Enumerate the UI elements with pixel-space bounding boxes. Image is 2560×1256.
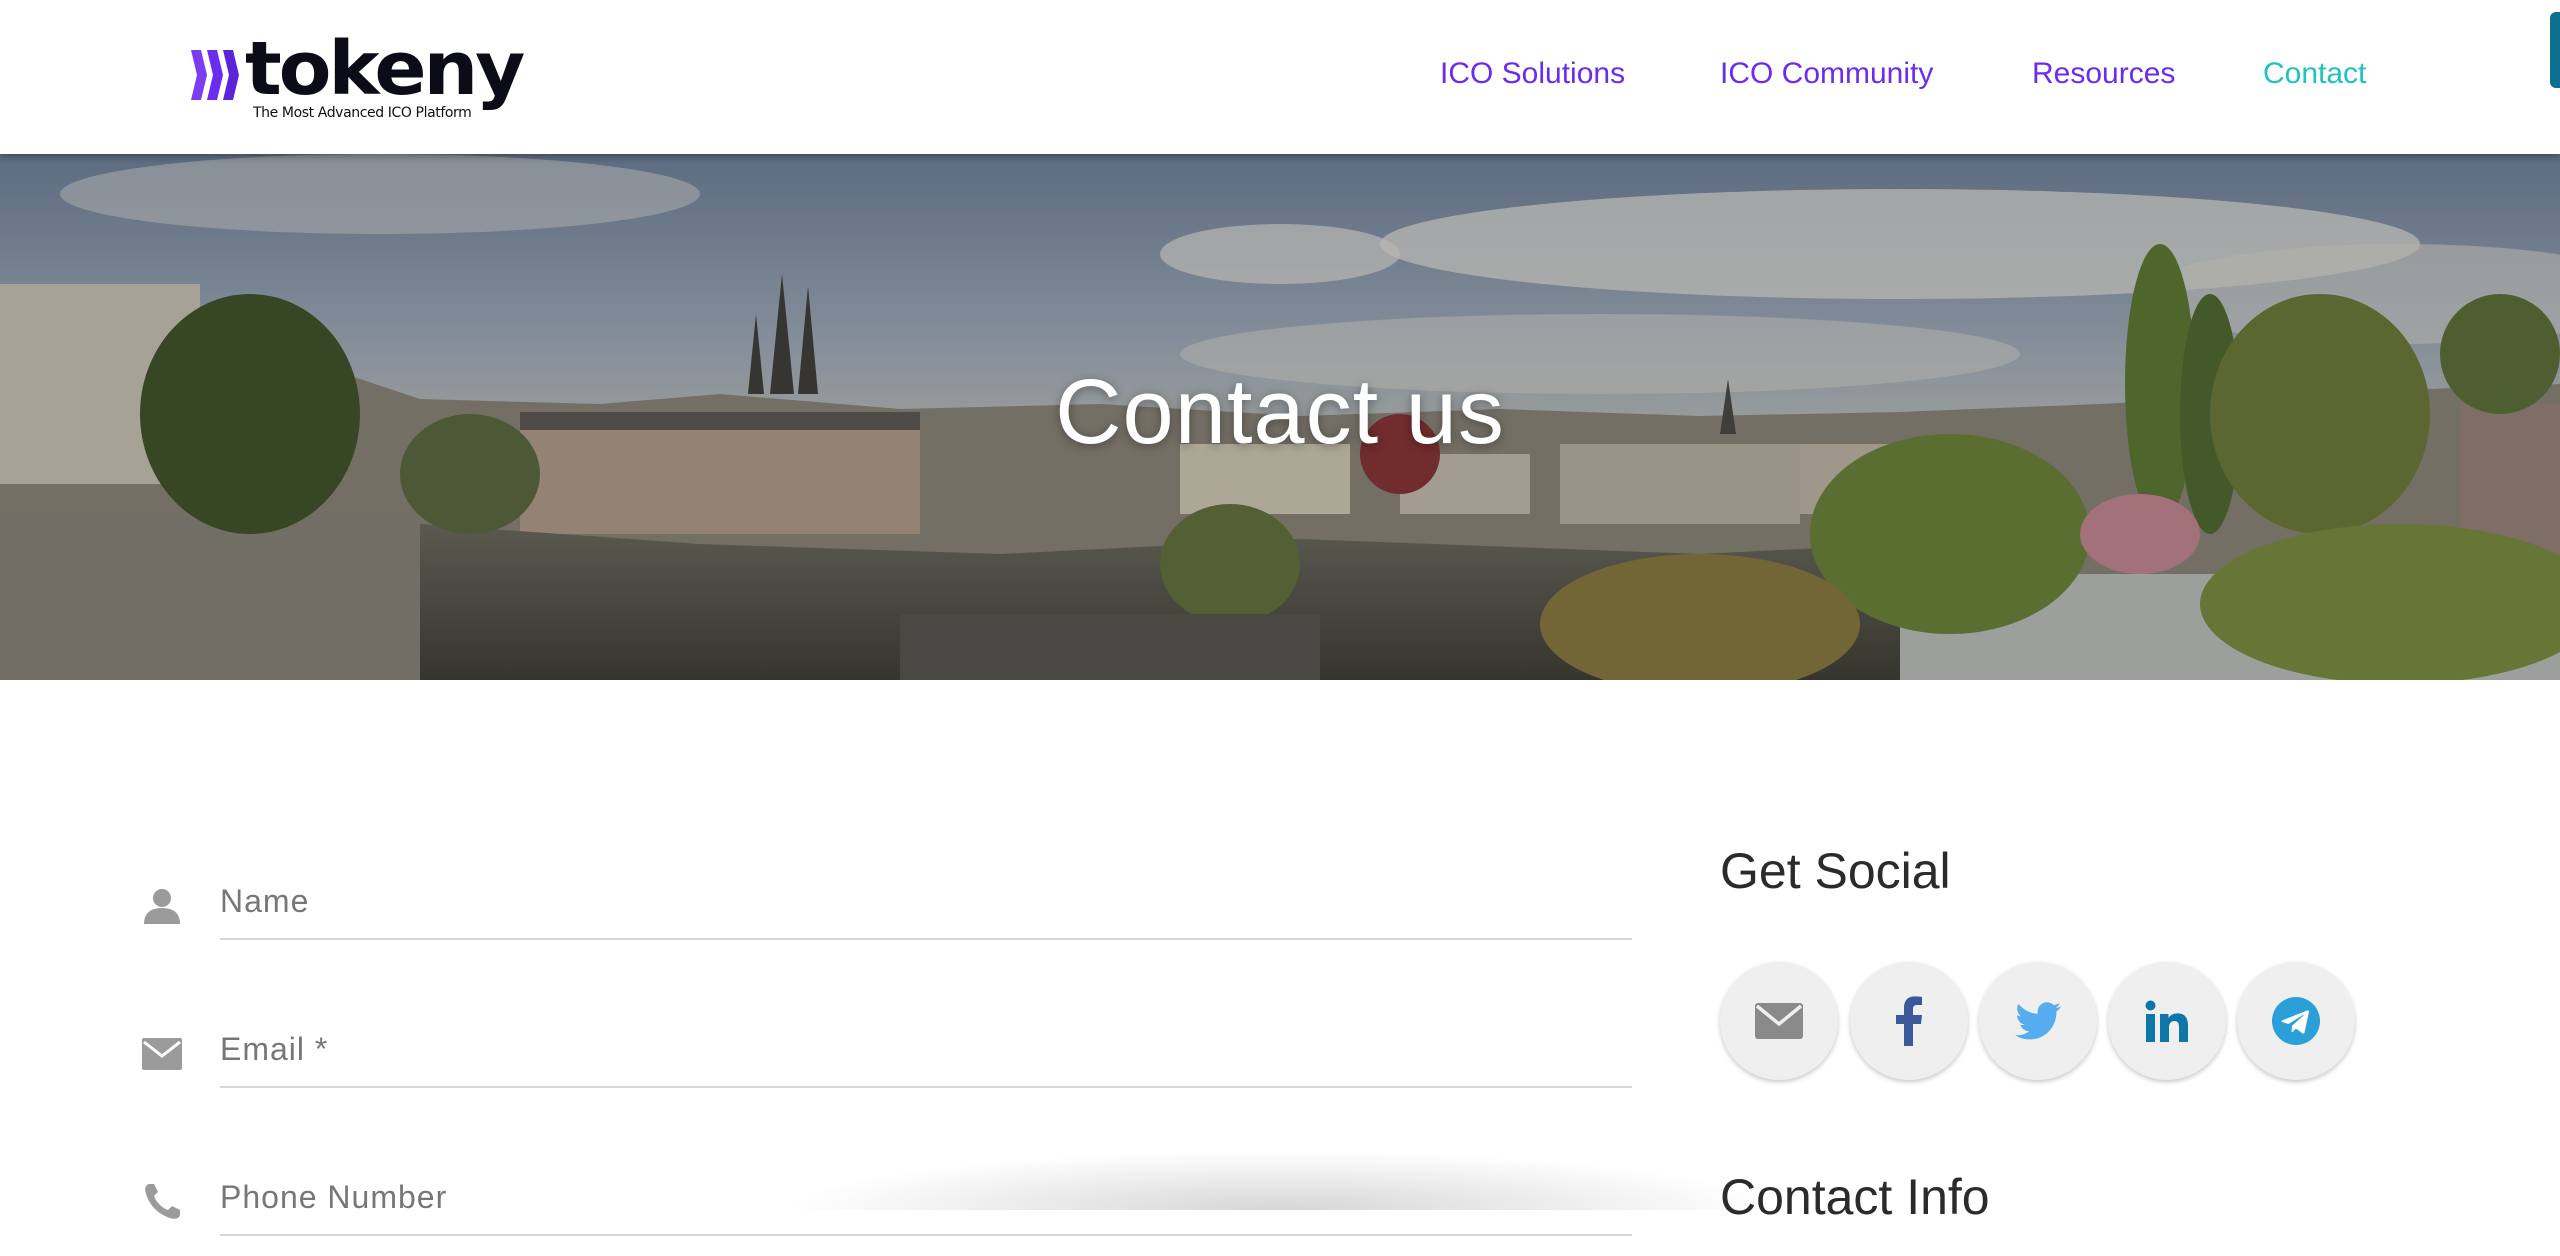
social-facebook-button[interactable] <box>1850 962 1968 1080</box>
social-email-button[interactable] <box>1720 962 1838 1080</box>
mail-icon <box>1755 1003 1803 1039</box>
logo-mark-icon <box>191 50 239 100</box>
nav-item-contact[interactable]: Contact <box>2263 54 2366 94</box>
logo-wordmark: tokeny <box>245 26 525 112</box>
hero-banner: Contact us <box>0 154 2560 680</box>
floating-panel-shadow <box>780 1150 1780 1210</box>
name-input[interactable] <box>220 870 1632 940</box>
email-input[interactable] <box>220 1018 1632 1088</box>
email-field-row <box>140 998 1632 1108</box>
page-title: Contact us <box>1055 361 1505 463</box>
contact-info-heading: Contact Info <box>1720 1169 1990 1225</box>
linkedin-icon <box>2145 1000 2188 1042</box>
logo-tagline: The Most Advanced ICO Platform <box>253 105 472 121</box>
logo[interactable]: tokeny The Most Advanced ICO Platform <box>183 32 533 128</box>
nav-item-resources[interactable]: Resources <box>2032 54 2175 94</box>
name-field-row <box>140 850 1632 960</box>
phone-icon <box>145 1184 180 1219</box>
twitter-icon <box>2015 1002 2061 1040</box>
person-icon <box>144 889 180 924</box>
social-telegram-button[interactable] <box>2237 962 2355 1080</box>
social-twitter-button[interactable] <box>1979 962 2097 1080</box>
side-tab[interactable] <box>2550 12 2560 88</box>
nav-item-ico-community[interactable]: ICO Community <box>1720 54 1933 94</box>
envelope-icon <box>142 1038 182 1070</box>
get-social-heading: Get Social <box>1720 843 1951 899</box>
telegram-icon <box>2272 997 2320 1045</box>
nav-item-ico-solutions[interactable]: ICO Solutions <box>1440 54 1625 94</box>
site-header: tokeny The Most Advanced ICO Platform IC… <box>0 0 2560 154</box>
social-linkedin-button[interactable] <box>2108 962 2226 1080</box>
facebook-icon <box>1896 996 1922 1046</box>
